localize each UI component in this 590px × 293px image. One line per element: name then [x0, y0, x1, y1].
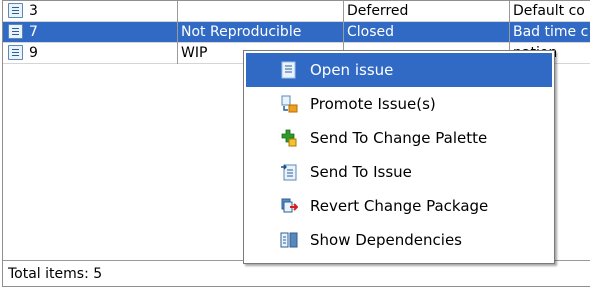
send-to-issue-icon — [281, 164, 297, 181]
menu-item-label: Send To Change Palette — [310, 129, 488, 147]
dependencies-icon — [280, 232, 298, 248]
menu-item-open-issue[interactable]: Open issue — [246, 53, 552, 87]
issue-icon — [8, 3, 23, 18]
menu-item-label: Promote Issue(s) — [310, 95, 436, 113]
column-divider — [177, 1, 178, 64]
total-items-label: Total items: 5 — [8, 266, 103, 282]
menu-item-revert-change-package[interactable]: Revert Change Package — [246, 189, 552, 223]
promote-icon — [281, 95, 298, 113]
cell-state: Closed — [347, 24, 395, 40]
cell-state: Deferred — [347, 3, 409, 19]
menu-item-show-dependencies[interactable]: Show Dependencies — [246, 223, 552, 257]
issue-icon — [8, 24, 23, 39]
change-palette-icon — [281, 129, 297, 147]
cell-summary: Default co — [513, 3, 585, 19]
menu-item-label: Open issue — [310, 61, 394, 79]
cell-resolution: Not Reproducible — [181, 24, 302, 40]
table-row[interactable]: 3 Deferred Default co — [3, 1, 590, 22]
table-row-selected[interactable]: 7 Not Reproducible Closed Bad time c — [3, 22, 590, 43]
menu-item-label: Send To Issue — [310, 163, 412, 181]
menu-item-send-to-issue[interactable]: Send To Issue — [246, 155, 552, 189]
cell-id: 9 — [29, 45, 38, 61]
cell-id: 7 — [29, 24, 38, 40]
open-issue-icon — [281, 61, 296, 79]
context-menu: Open issue Promote Issue(s) Send To Chan… — [243, 50, 555, 264]
menu-item-promote-issues[interactable]: Promote Issue(s) — [246, 87, 552, 121]
menu-item-send-to-change-palette[interactable]: Send To Change Palette — [246, 121, 552, 155]
cell-summary: Bad time c — [513, 24, 589, 40]
cell-resolution — [181, 1, 341, 22]
issue-icon — [8, 45, 23, 60]
cell-id: 3 — [29, 3, 38, 19]
status-bar: Total items: 5 — [3, 260, 590, 287]
menu-item-label: Revert Change Package — [310, 197, 489, 215]
menu-item-label: Show Dependencies — [310, 231, 462, 249]
revert-icon — [281, 198, 298, 213]
